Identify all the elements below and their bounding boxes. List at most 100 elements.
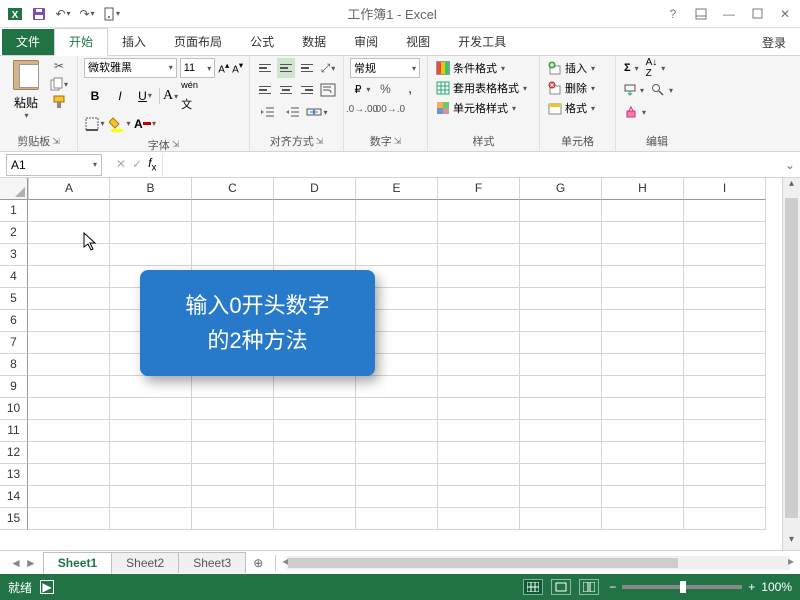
page-layout-view-icon[interactable] xyxy=(551,579,571,595)
cell[interactable] xyxy=(520,508,602,530)
tab-insert[interactable]: 插入 xyxy=(108,29,160,55)
cell[interactable] xyxy=(28,332,110,354)
new-sheet-button[interactable]: ⊕ xyxy=(245,553,271,573)
cell[interactable] xyxy=(192,442,274,464)
underline-button[interactable]: U▾ xyxy=(134,86,156,106)
cell[interactable] xyxy=(438,200,520,222)
cell[interactable] xyxy=(438,508,520,530)
tab-review[interactable]: 审阅 xyxy=(340,29,392,55)
row-header[interactable]: 14 xyxy=(0,486,28,508)
row-header[interactable]: 6 xyxy=(0,310,28,332)
name-box[interactable]: A1▾ xyxy=(6,154,102,176)
page-break-view-icon[interactable] xyxy=(579,579,599,595)
cell[interactable] xyxy=(684,222,766,244)
clear-button[interactable]: ▾ xyxy=(622,102,648,122)
redo-icon[interactable]: ↷▾ xyxy=(78,5,96,23)
touchmode-icon[interactable]: ▾ xyxy=(102,5,120,23)
tab-home[interactable]: 开始 xyxy=(54,28,108,56)
decrease-decimal-icon[interactable]: .00→.0 xyxy=(377,100,401,118)
align-bottom-icon[interactable] xyxy=(298,58,316,78)
sheet-nav-prev-icon[interactable]: ◄ xyxy=(10,556,22,570)
col-header[interactable]: C xyxy=(192,178,274,200)
cell[interactable] xyxy=(438,310,520,332)
cell[interactable] xyxy=(520,200,602,222)
comma-button[interactable]: , xyxy=(399,80,421,98)
tab-data[interactable]: 数据 xyxy=(288,29,340,55)
cell[interactable] xyxy=(602,354,684,376)
help-icon[interactable]: ? xyxy=(664,5,682,23)
cell[interactable] xyxy=(356,244,438,266)
cell[interactable] xyxy=(602,398,684,420)
cell[interactable] xyxy=(438,222,520,244)
cell[interactable] xyxy=(438,398,520,420)
cell[interactable] xyxy=(520,288,602,310)
autosum-button[interactable]: Σ▾ xyxy=(622,58,641,78)
row-header[interactable]: 13 xyxy=(0,464,28,486)
find-select-button[interactable]: ▾ xyxy=(649,80,675,100)
cell[interactable] xyxy=(110,420,192,442)
cell[interactable] xyxy=(274,464,356,486)
tab-dev[interactable]: 开发工具 xyxy=(444,29,520,55)
fill-color-button[interactable]: ▾ xyxy=(109,114,131,134)
cell[interactable] xyxy=(356,486,438,508)
align-dialog-icon[interactable]: ⇲ xyxy=(316,136,324,147)
tab-pagelayout[interactable]: 页面布局 xyxy=(160,29,236,55)
cell[interactable] xyxy=(438,288,520,310)
cell[interactable] xyxy=(110,442,192,464)
bold-button[interactable]: B xyxy=(84,86,106,106)
row-header[interactable]: 12 xyxy=(0,442,28,464)
undo-icon[interactable]: ↶▾ xyxy=(54,5,72,23)
cell[interactable] xyxy=(520,222,602,244)
fill-button[interactable]: ▾ xyxy=(622,80,646,100)
cell[interactable] xyxy=(192,244,274,266)
cell[interactable] xyxy=(274,420,356,442)
cell[interactable] xyxy=(356,420,438,442)
cell[interactable] xyxy=(602,508,684,530)
border-button[interactable]: ▾ xyxy=(84,114,106,134)
cell[interactable] xyxy=(438,354,520,376)
col-header[interactable]: E xyxy=(356,178,438,200)
paste-button[interactable]: 粘贴 ▾ xyxy=(6,58,46,120)
cell[interactable] xyxy=(684,464,766,486)
increase-font-icon[interactable]: A▴ xyxy=(218,60,229,75)
cell[interactable] xyxy=(28,508,110,530)
font-select[interactable]: 微软雅黑▾ xyxy=(84,58,177,78)
cell[interactable] xyxy=(684,332,766,354)
cell[interactable] xyxy=(602,288,684,310)
cell[interactable] xyxy=(274,222,356,244)
cell[interactable] xyxy=(438,266,520,288)
cell[interactable] xyxy=(684,420,766,442)
cell[interactable] xyxy=(356,200,438,222)
font-dialog-icon[interactable]: ⇲ xyxy=(172,139,180,150)
row-header[interactable]: 7 xyxy=(0,332,28,354)
cell[interactable] xyxy=(602,200,684,222)
cell[interactable] xyxy=(602,442,684,464)
increase-indent-icon[interactable] xyxy=(281,102,303,122)
cell[interactable] xyxy=(192,376,274,398)
conditional-format-button[interactable]: 条件格式▾ xyxy=(434,58,533,78)
cell[interactable] xyxy=(684,200,766,222)
cell[interactable] xyxy=(192,486,274,508)
cell[interactable] xyxy=(602,486,684,508)
row-header[interactable]: 10 xyxy=(0,398,28,420)
sheet-nav-next-icon[interactable]: ► xyxy=(25,556,37,570)
expand-formula-bar-icon[interactable]: ⌄ xyxy=(780,158,800,172)
sort-filter-button[interactable]: A↓Z▾ xyxy=(644,58,668,78)
cell[interactable] xyxy=(110,222,192,244)
save-icon[interactable] xyxy=(30,5,48,23)
cell[interactable] xyxy=(602,222,684,244)
cell[interactable] xyxy=(192,420,274,442)
login-link[interactable]: 登录 xyxy=(752,30,796,55)
cell[interactable] xyxy=(356,464,438,486)
cell[interactable] xyxy=(192,508,274,530)
cell[interactable] xyxy=(684,486,766,508)
cell[interactable] xyxy=(520,354,602,376)
cell[interactable] xyxy=(110,508,192,530)
cell[interactable] xyxy=(438,376,520,398)
cell[interactable] xyxy=(602,420,684,442)
cell[interactable] xyxy=(274,200,356,222)
cell[interactable] xyxy=(28,442,110,464)
cell[interactable] xyxy=(684,288,766,310)
cell[interactable] xyxy=(520,464,602,486)
font-color-button[interactable]: A▾ xyxy=(134,114,156,134)
